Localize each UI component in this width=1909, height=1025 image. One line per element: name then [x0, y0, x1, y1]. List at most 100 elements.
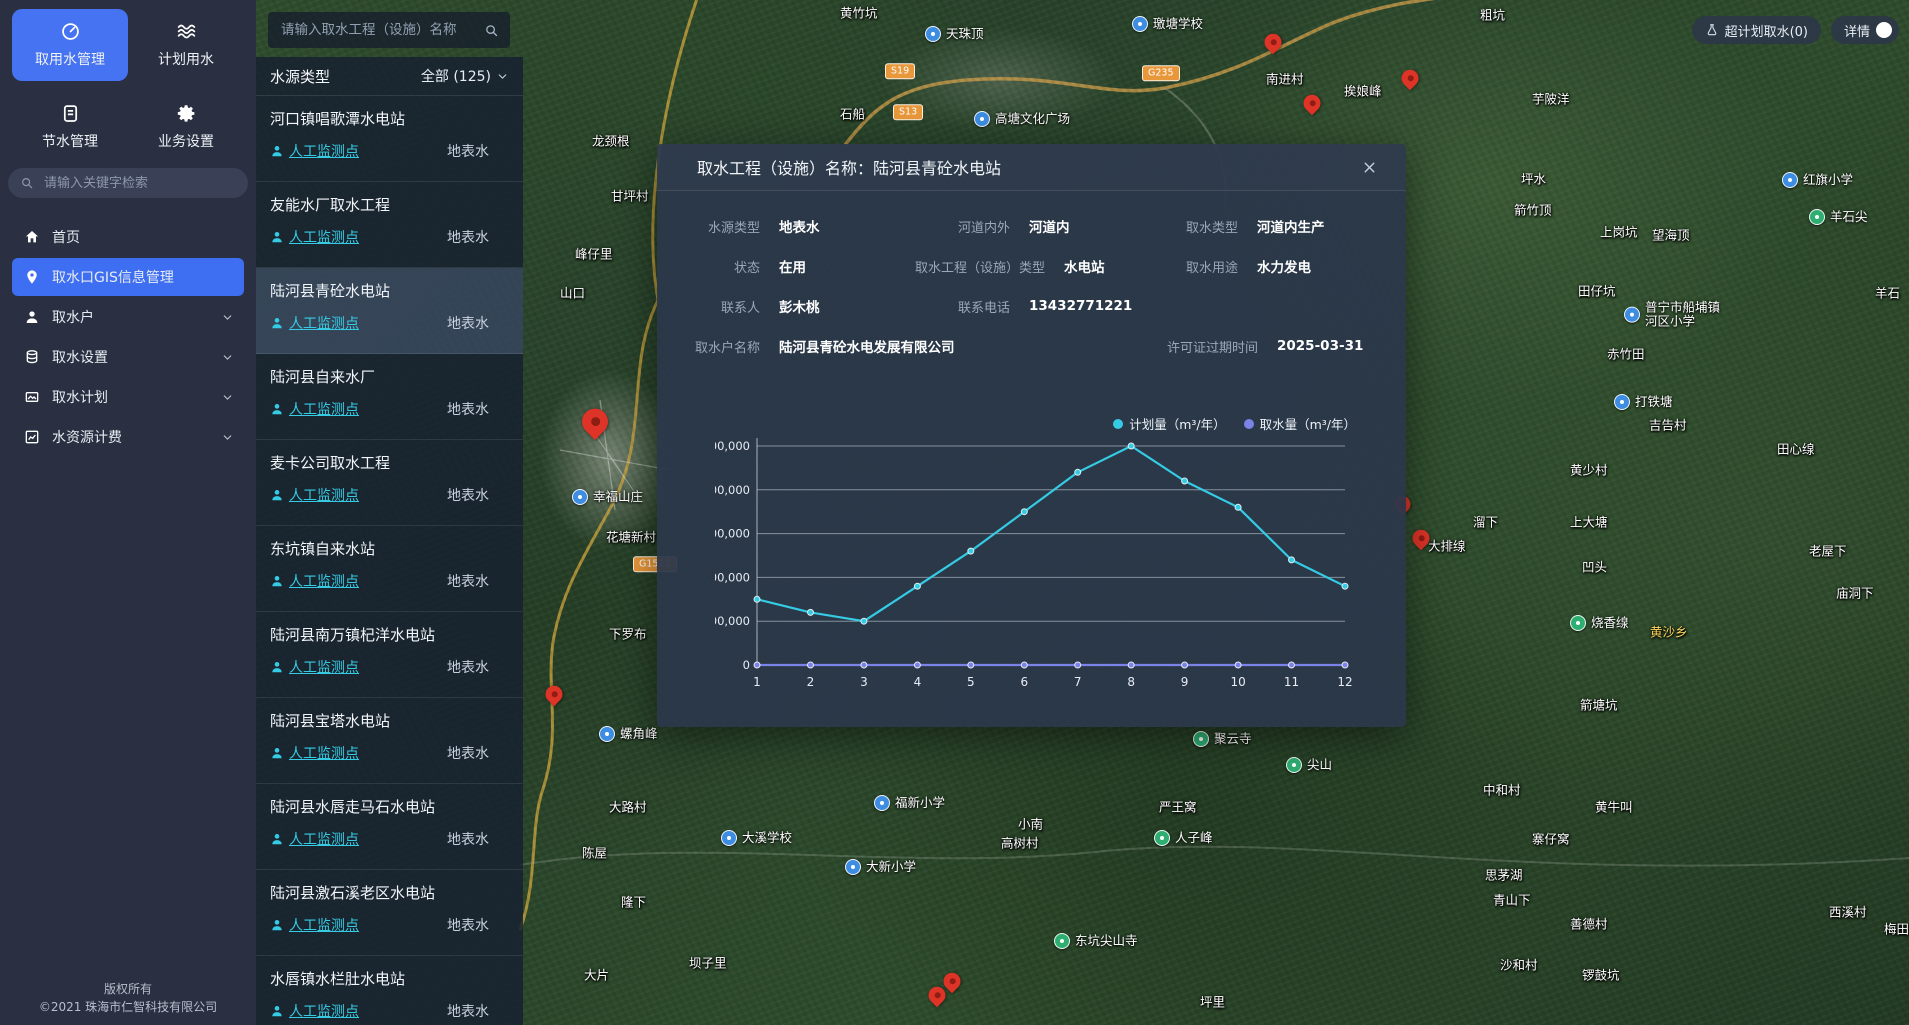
map-poi[interactable]: 红旗小学 — [1782, 172, 1853, 188]
top-right-controls: 超计划取水(0) 详情 — [1692, 16, 1899, 44]
map-place-label: 坝子里 — [689, 953, 727, 972]
module-label: 计划用水 — [158, 49, 214, 69]
map-poi[interactable]: 聚云寺 — [1193, 731, 1252, 747]
map-poi[interactable]: 高塘文化广场 — [974, 111, 1070, 127]
map-poi[interactable]: 打铁塘 — [1614, 394, 1673, 410]
station-item[interactable]: 水唇镇水栏肚水电站 人工监测点 地表水 — [256, 956, 523, 1025]
monitor-link[interactable]: 人工监测点 — [270, 915, 359, 935]
module-jsgl[interactable]: 节水管理 — [12, 91, 128, 163]
school-poi-icon — [1782, 172, 1798, 188]
station-item[interactable]: 东坑镇自来水站 人工监测点 地表水 — [256, 526, 523, 612]
field-label: 取水户名称 — [665, 337, 760, 356]
person-icon — [270, 402, 284, 416]
station-list: 水源类型 全部 (125) 河口镇唱歌潭水电站 人工监测点 地表水 友能水厂取水… — [256, 57, 523, 1025]
module-label: 节水管理 — [42, 131, 98, 151]
map-place-label: 溜下 — [1473, 512, 1498, 531]
map-place-label: 黄沙乡 — [1650, 622, 1688, 641]
monitor-link[interactable]: 人工监测点 — [270, 571, 359, 591]
svg-text:6: 6 — [1020, 675, 1028, 689]
legend-item[interactable]: 取水量（m³/年） — [1244, 414, 1356, 433]
school-poi-icon — [845, 859, 861, 875]
map-poi[interactable]: 普宁市船埔镇河区小学 — [1624, 301, 1720, 330]
map-place-label: 大片 — [584, 965, 609, 984]
map-poi[interactable]: 东坑尖山寺 — [1054, 933, 1138, 949]
sidebar-item-szyjf[interactable]: 水资源计费 — [12, 418, 244, 456]
monitor-link[interactable]: 人工监测点 — [270, 829, 359, 849]
toggle-knob[interactable] — [1876, 22, 1892, 38]
station-item[interactable]: 陆河县激石溪老区水电站 人工监测点 地表水 — [256, 870, 523, 956]
road-badge: S13 — [893, 104, 923, 120]
legend-dot — [1113, 419, 1123, 429]
monitor-link[interactable]: 人工监测点 — [270, 141, 359, 161]
svg-text:10: 10 — [1230, 675, 1245, 689]
monitor-link[interactable]: 人工监测点 — [270, 227, 359, 247]
water-source-type: 地表水 — [447, 141, 489, 161]
sidebar-item-qssz[interactable]: 取水设置 — [12, 338, 244, 376]
map-poi[interactable]: 福新小学 — [874, 795, 945, 811]
monitor-link[interactable]: 人工监测点 — [270, 657, 359, 677]
filter-dropdown[interactable]: 全部 (125) — [421, 66, 509, 86]
map-place-label: 青山下 — [1493, 890, 1531, 909]
map-place-label: 陈屋 — [582, 843, 607, 862]
map-poi[interactable]: 尖山 — [1286, 757, 1332, 773]
map-poi-label: 烧香缐 — [1591, 616, 1629, 630]
search-icon[interactable] — [484, 23, 499, 38]
field-value: 河道内 — [1029, 216, 1070, 236]
school-poi-icon — [1614, 394, 1630, 410]
map-poi[interactable]: 天珠顶 — [925, 26, 984, 42]
station-search[interactable] — [268, 12, 510, 48]
station-search-input[interactable] — [279, 21, 476, 39]
sidebar-item-home[interactable]: 首页 — [12, 218, 244, 256]
map-poi[interactable]: 烧香缐 — [1570, 615, 1629, 631]
station-item[interactable]: 陆河县自来水厂 人工监测点 地表水 — [256, 354, 523, 440]
map-poi[interactable]: 大溪学校 — [721, 830, 792, 846]
sidebar-search-input[interactable] — [42, 175, 236, 192]
station-list-header: 水源类型 全部 (125) — [256, 57, 523, 96]
sidebar-search[interactable] — [8, 168, 248, 198]
school-poi-icon — [572, 489, 588, 505]
water-source-type: 地表水 — [447, 227, 489, 247]
map-poi-label: 人子峰 — [1175, 831, 1213, 845]
monitor-link[interactable]: 人工监测点 — [270, 485, 359, 505]
water-source-type: 地表水 — [447, 657, 489, 677]
station-item[interactable]: 陆河县水唇走马石水电站 人工监测点 地表水 — [256, 784, 523, 870]
map-poi[interactable]: 人子峰 — [1154, 830, 1213, 846]
sidebar-item-qsh[interactable]: 取水户 — [12, 298, 244, 336]
monitor-link[interactable]: 人工监测点 — [270, 313, 359, 333]
map-poi[interactable]: 螺角峰 — [599, 726, 658, 742]
map-poi[interactable]: 羊石尖 — [1809, 209, 1868, 225]
detail-toggle[interactable]: 详情 — [1831, 16, 1899, 44]
sidebar-item-gis[interactable]: 取水口GIS信息管理 — [12, 258, 244, 296]
module-jhys[interactable]: 计划用水 — [128, 9, 244, 81]
svg-text:3: 3 — [860, 675, 868, 689]
school-poi-icon — [721, 830, 737, 846]
over-plan-button[interactable]: 超计划取水(0) — [1692, 16, 1821, 44]
monitor-link[interactable]: 人工监测点 — [270, 743, 359, 763]
station-item[interactable]: 陆河县南万镇杞洋水电站 人工监测点 地表水 — [256, 612, 523, 698]
station-item[interactable]: 麦卡公司取水工程 人工监测点 地表水 — [256, 440, 523, 526]
monitor-link[interactable]: 人工监测点 — [270, 399, 359, 419]
map-poi[interactable]: 璬塘学校 — [1132, 16, 1203, 32]
map-poi[interactable]: 大新小学 — [845, 859, 916, 875]
station-item[interactable]: 河口镇唱歌潭水电站 人工监测点 地表水 — [256, 96, 523, 182]
map-poi[interactable]: 幸福山庄 — [572, 489, 643, 505]
close-icon[interactable] — [1361, 159, 1378, 176]
legend-label: 取水量（m³/年） — [1260, 414, 1356, 433]
gear-icon — [176, 103, 197, 124]
map-place-label: 中和村 — [1483, 780, 1521, 799]
sidebar-item-qsjh[interactable]: 取水计划 — [12, 378, 244, 416]
person-icon — [270, 144, 284, 158]
map-place-label: 锣鼓坑 — [1582, 965, 1620, 984]
map-place-label: 田仔坑 — [1578, 281, 1616, 300]
station-item[interactable]: 陆河县青砼水电站 人工监测点 地表水 — [256, 268, 523, 354]
station-item[interactable]: 陆河县宝塔水电站 人工监测点 地表水 — [256, 698, 523, 784]
field-cell: 状态 在用 — [665, 256, 915, 276]
field-cell: 河道内外 河道内 — [915, 216, 1143, 236]
field-row: 状态 在用 取水工程（设施）类型 水电站 取水用途 水力发电 — [657, 246, 1406, 286]
field-value: 彭木桃 — [779, 296, 820, 316]
legend-item[interactable]: 计划量（m³/年） — [1113, 414, 1225, 433]
module-qysgl[interactable]: 取用水管理 — [12, 9, 128, 81]
module-ywsz[interactable]: 业务设置 — [128, 91, 244, 163]
monitor-link[interactable]: 人工监测点 — [270, 1001, 359, 1021]
station-item[interactable]: 友能水厂取水工程 人工监测点 地表水 — [256, 182, 523, 268]
